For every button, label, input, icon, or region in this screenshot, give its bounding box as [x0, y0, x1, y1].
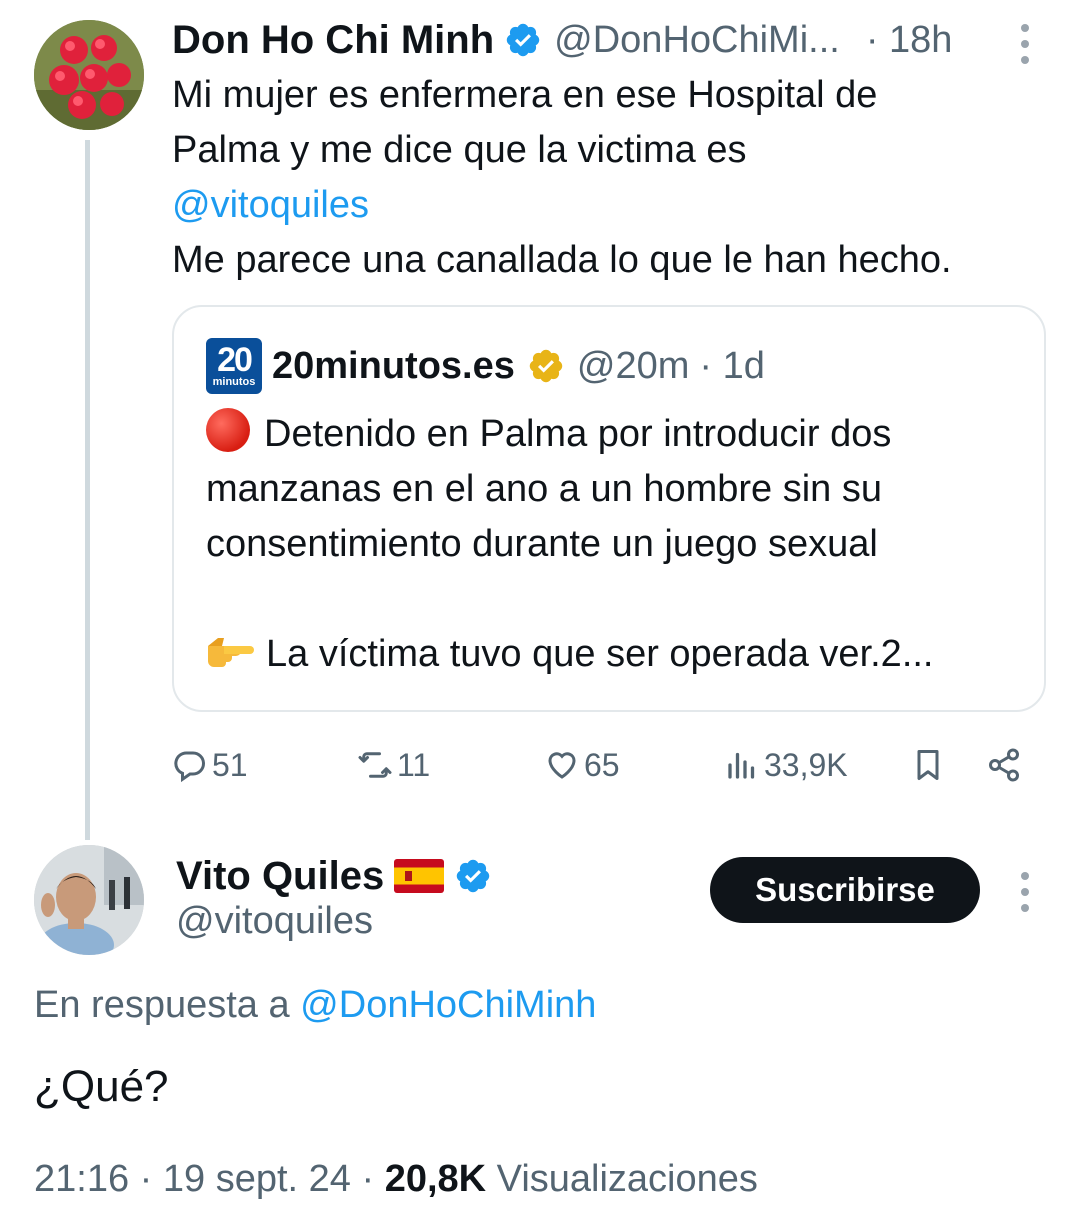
more-vertical-icon[interactable] [1020, 24, 1030, 64]
tweet1-time[interactable]: · 18h [866, 19, 953, 62]
tweet1-text-line: Palma y me dice que la victima es [172, 129, 747, 171]
logo-text: 20 [217, 341, 253, 379]
tweet2-views-label: Visualizaciones [496, 1158, 758, 1200]
subscribe-button[interactable]: Suscribirse [710, 857, 980, 923]
quoted-tweet-text: Detenido en Palma por introducir dos man… [206, 407, 1026, 682]
quoted-text-line4: La víctima tuvo que ser operada ver.2... [266, 633, 934, 675]
reply-prefix: En respuesta a [34, 984, 290, 1026]
tweet1-author-name[interactable]: Don Ho Chi Minh [172, 18, 494, 63]
tweet2-header: Vito Quiles [176, 848, 492, 904]
bookmark-button[interactable] [910, 740, 946, 790]
bookmark-icon [917, 750, 939, 780]
red-circle-emoji-icon [206, 408, 250, 452]
tweet1-header: Don Ho Chi Minh @DonHoChiMi... · 18h [172, 14, 1040, 66]
views-icon [728, 752, 755, 779]
tweet1-action-bar: 51 11 65 33,9K [172, 740, 1032, 790]
tweet1-author-handle[interactable]: @DonHoChiMi... [554, 19, 840, 62]
quoted-author-handle: @20m [576, 344, 690, 387]
quoted-text-line1: Detenido en Palma por introducir dos [264, 413, 892, 455]
tweet2-author-name[interactable]: Vito Quiles [176, 854, 384, 899]
quoted-text-line2: manzanas en el ano a un hombre sin su [206, 468, 882, 510]
reply-context: En respuesta a @DonHoChiMinh [34, 984, 596, 1027]
tweet2-time[interactable]: 21:16 [34, 1158, 129, 1200]
tweet2-views-count: 20,8K [384, 1158, 487, 1200]
logo-subtext: minutos [212, 376, 256, 388]
gold-verified-badge-icon [529, 349, 563, 383]
heart-icon [548, 752, 576, 779]
spain-flag-icon [394, 859, 445, 893]
quoted-tweet-header: 20 minutos 20minutos.es @20m · 1d [206, 337, 765, 395]
like-button[interactable]: 65 [544, 740, 620, 790]
quoted-tweet-card[interactable]: 20 minutos 20minutos.es @20m · 1d Deteni… [172, 305, 1046, 712]
tweet1-text-line: Me parece una canallada lo que le han he… [172, 239, 952, 281]
reply-count: 51 [212, 746, 248, 783]
thread-connector-line [85, 140, 90, 840]
quoted-text-line: Detenido en Palma por introducir dos [206, 407, 1026, 462]
tweet2-metadata: 21:16 · 19 sept. 24 · 20,8K Visualizacio… [34, 1158, 758, 1201]
20minutos-logo: 20 minutos [206, 338, 262, 394]
views-button[interactable]: 33,9K [724, 740, 848, 790]
tweet2-author-handle[interactable]: @vitoquiles [176, 900, 373, 943]
retweet-icon [358, 752, 392, 778]
tweet1-text: Mi mujer es enfermera en ese Hospital de… [172, 68, 1052, 288]
verified-badge-icon [506, 23, 540, 57]
quoted-author-name: 20minutos.es [272, 344, 515, 387]
retweet-count: 11 [397, 746, 431, 783]
tweet2-text: ¿Qué? [34, 1062, 169, 1111]
avatar-vito-quiles[interactable] [34, 845, 144, 955]
tweet1-text-line: Mi mujer es enfermera en ese Hospital de [172, 74, 878, 116]
separator: · [361, 1158, 375, 1200]
reply-icon [174, 751, 205, 783]
tweet1-mention-link[interactable]: @vitoquiles [172, 178, 1052, 233]
share-button[interactable] [986, 740, 1022, 790]
more-vertical-icon[interactable] [1020, 872, 1030, 912]
reply-button[interactable]: 51 [172, 740, 248, 790]
quoted-text-line3: consentimiento durante un juego sexual [206, 523, 878, 565]
quoted-tweet-time: · 1d [699, 344, 765, 387]
separator: · [139, 1158, 153, 1200]
pointing-hand-emoji-icon [208, 638, 254, 667]
like-count: 65 [584, 746, 620, 783]
views-count: 33,9K [764, 746, 848, 783]
reply-mention-link[interactable]: @DonHoChiMinh [300, 984, 596, 1026]
tweet2-date[interactable]: 19 sept. 24 [163, 1158, 351, 1200]
verified-badge-icon [456, 859, 490, 893]
quoted-text-line: La víctima tuvo que ser operada ver.2... [206, 627, 1026, 682]
share-icon [989, 748, 1019, 782]
retweet-button[interactable]: 11 [357, 740, 430, 790]
avatar-don-ho-chi-minh[interactable] [34, 20, 144, 130]
